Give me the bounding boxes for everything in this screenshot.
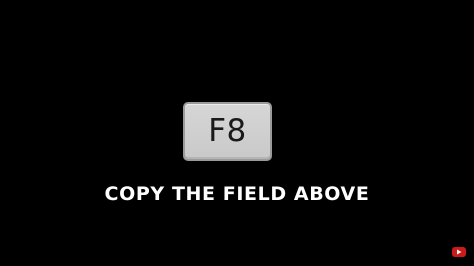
play-triangle-icon bbox=[457, 249, 462, 255]
f8-key: F8 bbox=[183, 102, 272, 161]
youtube-play-icon[interactable] bbox=[452, 247, 466, 257]
instruction-caption: COPY THE FIELD ABOVE bbox=[104, 183, 370, 205]
key-label: F8 bbox=[208, 113, 247, 149]
video-frame: F8 COPY THE FIELD ABOVE bbox=[0, 0, 474, 266]
